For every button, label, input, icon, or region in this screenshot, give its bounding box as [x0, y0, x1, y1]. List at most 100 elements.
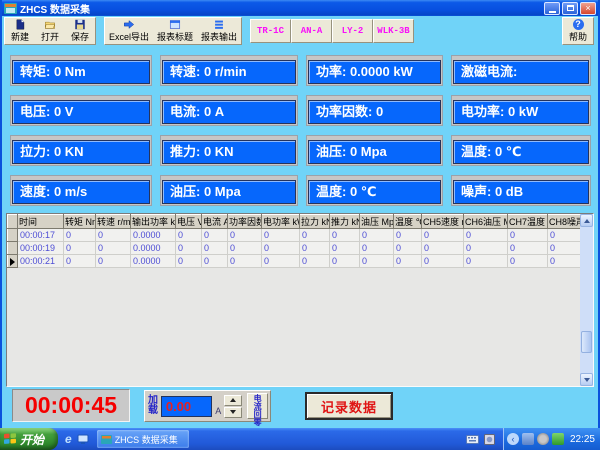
table-cell[interactable]: 0 [96, 242, 131, 255]
table-cell[interactable]: 0 [508, 242, 548, 255]
column-header[interactable]: CH7温度 ℃ [508, 215, 548, 229]
restore-button[interactable] [562, 2, 578, 15]
table-cell[interactable]: 0 [64, 255, 96, 268]
table-cell[interactable]: 00:00:19 [18, 242, 64, 255]
column-header[interactable]: 推力 kN [330, 215, 360, 229]
scroll-down-button[interactable] [580, 373, 593, 386]
language-option-icon[interactable] [484, 434, 495, 445]
table-cell[interactable]: 0 [202, 242, 228, 255]
tray-chevron-icon[interactable]: ‹ [507, 433, 519, 445]
column-header[interactable]: 转速 r/min [96, 215, 131, 229]
table-cell[interactable]: 0 [394, 255, 422, 268]
column-header[interactable]: 转矩 Nm [64, 215, 96, 229]
device-button-3[interactable]: LY-2 [332, 19, 373, 43]
table-cell[interactable]: 0 [464, 229, 508, 242]
table-cell[interactable]: 0 [508, 255, 548, 268]
open-button[interactable]: 打开 [35, 18, 65, 44]
table-cell[interactable]: 0 [422, 229, 464, 242]
table-cell[interactable]: 0 [176, 242, 202, 255]
report-output-button[interactable]: 报表输出 [197, 18, 241, 44]
minimize-button[interactable] [544, 2, 560, 15]
table-cell[interactable]: 0 [464, 255, 508, 268]
antivirus-tray-icon[interactable] [552, 433, 564, 445]
table-cell[interactable]: 0 [262, 242, 300, 255]
network-tray-icon[interactable] [522, 433, 534, 445]
device-button-2[interactable]: AN-A [291, 19, 332, 43]
current-zero-button[interactable]: 电流回零 [247, 393, 268, 419]
load-current-input[interactable]: 0.00 [161, 396, 212, 417]
table-cell[interactable]: 00:00:17 [18, 229, 64, 242]
column-header[interactable]: CH8噪声 dB [548, 215, 581, 229]
table-cell[interactable]: 00:00:21 [18, 255, 64, 268]
table-cell[interactable]: 0 [228, 255, 262, 268]
table-cell[interactable]: 0 [422, 255, 464, 268]
table-cell[interactable]: 0 [262, 255, 300, 268]
internet-explorer-icon[interactable]: e [65, 433, 72, 445]
report-title-button[interactable]: 报表标题 [153, 18, 197, 44]
taskbar-item-zhcs[interactable]: ZHCS 数据采集 [97, 430, 189, 448]
scrollbar-thumb[interactable] [581, 331, 592, 353]
column-header[interactable]: 油压 Mpa [360, 215, 394, 229]
table-cell[interactable]: 0 [330, 229, 360, 242]
close-button[interactable]: × [580, 2, 596, 15]
table-cell[interactable]: 0 [202, 255, 228, 268]
save-button[interactable]: 保存 [65, 18, 95, 44]
device-button-1[interactable]: TR-1C [250, 19, 291, 43]
column-header[interactable]: 电功率 kW [262, 215, 300, 229]
table-cell[interactable]: 0.0000 [131, 242, 176, 255]
table-cell[interactable]: 0 [360, 242, 394, 255]
help-button[interactable]: ? 帮助 [562, 17, 594, 45]
scroll-up-button[interactable] [580, 214, 593, 227]
table-cell[interactable]: 0 [300, 255, 330, 268]
table-cell[interactable]: 0 [330, 242, 360, 255]
table-cell[interactable]: 0 [508, 229, 548, 242]
column-header[interactable]: 时间 [18, 215, 64, 229]
column-header[interactable]: 电流 A [202, 215, 228, 229]
table-cell[interactable]: 0 [262, 229, 300, 242]
excel-export-button[interactable]: Excel导出 [105, 18, 153, 44]
table-cell[interactable]: 0 [330, 255, 360, 268]
column-header[interactable]: 温度 ℃ [394, 215, 422, 229]
table-cell[interactable]: 0 [548, 242, 581, 255]
spinner-down-button[interactable] [224, 407, 242, 418]
table-cell[interactable]: 0 [464, 242, 508, 255]
spinner-up-button[interactable] [224, 395, 242, 406]
table-cell[interactable]: 0.0000 [131, 229, 176, 242]
table-cell[interactable]: 0 [422, 242, 464, 255]
device-button-4[interactable]: WLK-3B [373, 19, 414, 43]
record-data-button[interactable]: 记录数据 [305, 392, 393, 420]
table-cell[interactable]: 0 [300, 229, 330, 242]
column-header[interactable]: 拉力 kN [300, 215, 330, 229]
table-row[interactable]: 00:00:17000.0000000000000000 [8, 229, 581, 242]
table-cell[interactable]: 0 [548, 229, 581, 242]
table-row[interactable]: 00:00:21000.0000000000000000 [8, 255, 581, 268]
column-header[interactable]: CH5速度 m/s [422, 215, 464, 229]
volume-tray-icon[interactable] [537, 433, 549, 445]
table-cell[interactable]: 0.0000 [131, 255, 176, 268]
table-cell[interactable]: 0 [548, 255, 581, 268]
table-cell[interactable]: 0 [202, 229, 228, 242]
table-cell[interactable]: 0 [96, 229, 131, 242]
start-button[interactable]: 开始 [0, 428, 58, 450]
keyboard-icon[interactable] [466, 435, 479, 444]
column-header[interactable]: 电压 V [176, 215, 202, 229]
table-cell[interactable]: 0 [176, 255, 202, 268]
new-button[interactable]: 新建 [5, 18, 35, 44]
table-cell[interactable]: 0 [394, 242, 422, 255]
table-cell[interactable]: 0 [394, 229, 422, 242]
column-header[interactable]: 输出功率 kW [131, 215, 176, 229]
table-cell[interactable]: 0 [64, 242, 96, 255]
table-cell[interactable]: 0 [64, 229, 96, 242]
vertical-scrollbar[interactable] [580, 214, 593, 386]
table-cell[interactable]: 0 [176, 229, 202, 242]
table-cell[interactable]: 0 [300, 242, 330, 255]
column-header[interactable]: 功率因数 [228, 215, 262, 229]
show-desktop-icon[interactable] [77, 434, 89, 445]
table-cell[interactable]: 0 [96, 255, 131, 268]
table-cell[interactable]: 0 [360, 255, 394, 268]
table-cell[interactable]: 0 [228, 242, 262, 255]
column-header[interactable]: CH6油压 Mpa [464, 215, 508, 229]
table-cell[interactable]: 0 [228, 229, 262, 242]
table-cell[interactable]: 0 [360, 229, 394, 242]
table-row[interactable]: 00:00:19000.0000000000000000 [8, 242, 581, 255]
